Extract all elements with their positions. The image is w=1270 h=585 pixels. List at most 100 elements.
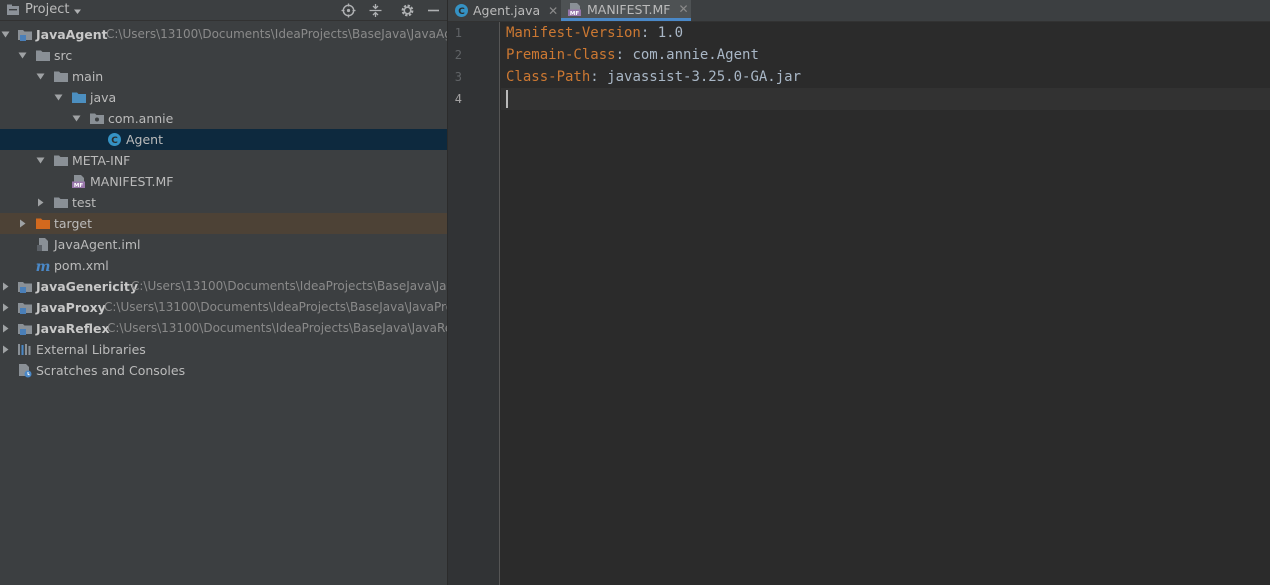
- excluded-folder-icon: [35, 216, 51, 231]
- manifest-key: Manifest-Version: [506, 25, 641, 41]
- manifest-value: com.annie.Agent: [632, 47, 759, 63]
- tree-item-label: test: [72, 195, 97, 210]
- folder-icon: [53, 69, 69, 84]
- folder-icon: [35, 48, 51, 63]
- maven-file-icon: m: [35, 258, 51, 275]
- text-caret: [506, 90, 508, 108]
- tree-item-label: MANIFEST.MF: [90, 174, 174, 189]
- package-icon: [89, 111, 105, 126]
- expanded-arrow-icon[interactable]: [71, 108, 82, 129]
- module-folder-icon: [17, 321, 33, 336]
- manifest-key: Class-Path: [506, 69, 591, 85]
- code-line[interactable]: Premain-Class: com.annie.Agent: [506, 47, 759, 63]
- tab-label: MANIFEST.MF: [587, 1, 671, 17]
- tree-item-label: pom.xml: [54, 258, 109, 273]
- tree-item-label: JavaAgent.iml: [54, 237, 141, 252]
- tree-item-javaproxy[interactable]: JavaProxy C:\Users\13100\Documents\IdeaP…: [0, 297, 447, 318]
- chevron-down-icon[interactable]: [73, 4, 82, 19]
- tree-item-manifest[interactable]: MF MANIFEST.MF: [0, 171, 447, 192]
- locate-icon[interactable]: [341, 3, 356, 21]
- manifest-separator: :: [590, 69, 608, 85]
- module-path: C:\Users\13100\Documents\IdeaProjects\Ba…: [107, 321, 447, 335]
- code-line[interactable]: Class-Path: javassist-3.25.0-GA.jar: [506, 69, 801, 85]
- tree-item-src[interactable]: src: [0, 45, 447, 66]
- module-path: C:\Users\13100\Documents\IdeaProjects\Ba…: [106, 27, 447, 41]
- tree-item-label: JavaReflex: [36, 321, 110, 336]
- expanded-arrow-icon[interactable]: [53, 87, 64, 108]
- manifest-value: 1.0: [657, 25, 684, 41]
- tree-item-javaagent[interactable]: JavaAgent C:\Users\13100\Documents\IdeaP…: [0, 24, 447, 45]
- collapsed-arrow-icon[interactable]: [0, 339, 11, 360]
- tree-item-label: Scratches and Consoles: [36, 363, 186, 378]
- close-icon[interactable]: ✕: [548, 4, 558, 18]
- tree-item-label: Agent: [126, 132, 163, 147]
- tab-manifest-mf[interactable]: MF MANIFEST.MF ✕: [561, 0, 691, 21]
- tree-item-javagenericity[interactable]: JavaGenericity C:\Users\13100\Documents\…: [0, 276, 447, 297]
- svg-text:C: C: [111, 136, 118, 146]
- collapsed-arrow-icon[interactable]: [0, 318, 11, 339]
- line-number: 1: [454, 26, 462, 40]
- code-line[interactable]: Manifest-Version: 1.0: [506, 25, 683, 41]
- project-view-icon: [6, 3, 20, 20]
- minimize-icon[interactable]: [427, 3, 440, 21]
- tree-item-iml[interactable]: JavaAgent.iml: [0, 234, 447, 255]
- manifest-file-icon: MF: [567, 2, 583, 17]
- module-folder-icon: [17, 27, 33, 42]
- module-folder-icon: [17, 279, 33, 294]
- tree-item-label: main: [72, 69, 104, 84]
- java-class-icon: C: [107, 132, 123, 147]
- tree-item-test[interactable]: test: [0, 192, 447, 213]
- tab-label: Agent.java: [473, 3, 541, 18]
- tree-item-agent[interactable]: C Agent: [0, 129, 447, 150]
- tree-item-external-libraries[interactable]: External Libraries: [0, 339, 447, 360]
- tree-item-label: META-INF: [72, 153, 131, 168]
- editor-tab-bar: C Agent.java ✕ MF MANIFEST.MF ✕: [448, 0, 1270, 22]
- svg-text:C: C: [458, 7, 465, 17]
- collapsed-arrow-icon[interactable]: [35, 192, 46, 213]
- collapsed-arrow-icon[interactable]: [0, 276, 11, 297]
- project-tool-window: Project JavaAgent C:\Users\13100\Documen…: [0, 0, 447, 585]
- manifest-separator: :: [640, 25, 658, 41]
- tree-item-label: java: [90, 90, 117, 105]
- tree-item-pom[interactable]: m pom.xml: [0, 255, 447, 276]
- source-folder-icon: [71, 90, 87, 105]
- module-folder-icon: [17, 300, 33, 315]
- manifest-key: Premain-Class: [506, 47, 616, 63]
- manifest-file-icon: MF: [71, 174, 87, 189]
- svg-text:MF: MF: [570, 11, 579, 17]
- tree-item-com-annie[interactable]: com.annie: [0, 108, 447, 129]
- tree-item-label: src: [54, 48, 73, 63]
- collapsed-arrow-icon[interactable]: [0, 297, 11, 318]
- tree-item-label: JavaProxy: [36, 300, 106, 315]
- svg-text:m: m: [36, 259, 51, 273]
- iml-file-icon: [35, 237, 51, 252]
- tree-item-label: target: [54, 216, 93, 231]
- expanded-arrow-icon[interactable]: [35, 66, 46, 87]
- line-number: 2: [454, 48, 462, 62]
- tree-item-main[interactable]: main: [0, 66, 447, 87]
- line-number-current: 4: [454, 92, 462, 106]
- tree-item-javareflex[interactable]: JavaReflex C:\Users\13100\Documents\Idea…: [0, 318, 447, 339]
- tree-item-label: JavaGenericity: [36, 279, 139, 294]
- project-title[interactable]: Project: [25, 2, 69, 17]
- gear-icon[interactable]: [400, 3, 415, 21]
- collapsed-arrow-icon[interactable]: [17, 213, 28, 234]
- line-number-gutter: 1 2 3 4: [448, 22, 500, 585]
- tree-item-scratches[interactable]: Scratches and Consoles: [0, 360, 447, 381]
- tree-item-meta-inf[interactable]: META-INF: [0, 150, 447, 171]
- project-tree: JavaAgent C:\Users\13100\Documents\IdeaP…: [0, 24, 447, 381]
- tree-item-java[interactable]: java: [0, 87, 447, 108]
- expanded-arrow-icon[interactable]: [0, 24, 11, 45]
- code-editor[interactable]: Manifest-Version: 1.0 Premain-Class: com…: [501, 22, 1270, 585]
- tree-item-target[interactable]: target: [0, 213, 447, 234]
- close-icon[interactable]: ✕: [679, 2, 689, 16]
- tree-item-label: com.annie: [108, 111, 174, 126]
- expanded-arrow-icon[interactable]: [35, 150, 46, 171]
- scratches-icon: [17, 363, 33, 378]
- java-class-icon: C: [454, 3, 469, 18]
- expanded-arrow-icon[interactable]: [17, 45, 28, 66]
- collapse-all-icon[interactable]: [368, 3, 383, 21]
- project-header: Project: [0, 0, 447, 21]
- tab-agent-java[interactable]: C Agent.java ✕: [454, 0, 560, 21]
- manifest-separator: :: [615, 47, 633, 63]
